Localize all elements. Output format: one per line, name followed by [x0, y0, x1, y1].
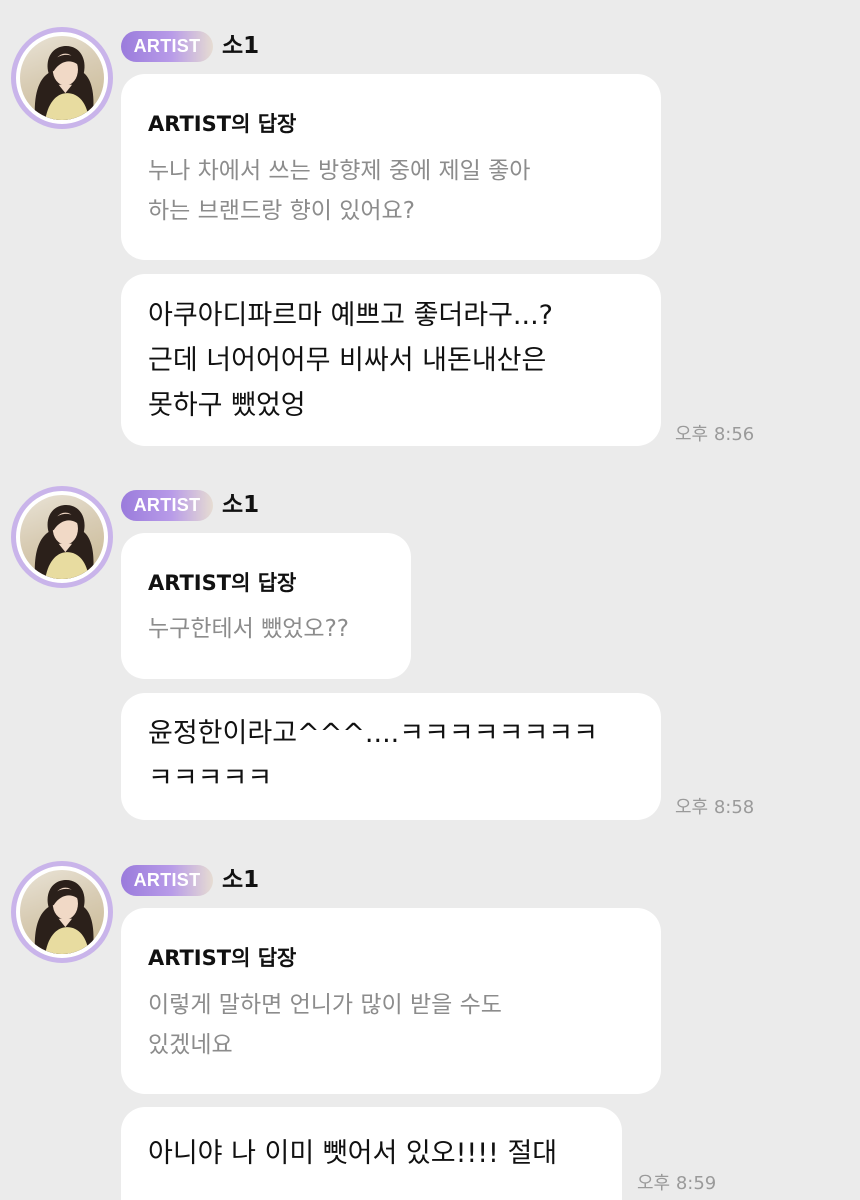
artist-badge: ARTIST — [121, 490, 213, 521]
sender-name: 소1 — [222, 33, 260, 59]
artist-avatar[interactable] — [11, 27, 113, 129]
reply-title: ARTIST의 답장 — [148, 112, 297, 136]
reply-quoted-text: 누구한테서 뺐었오?? — [148, 616, 350, 642]
artist-badge: ARTIST — [121, 31, 213, 62]
message-bubble[interactable]: 아쿠아디파르마 예쁘고 좋더라구...? 근데 너어어어무 비싸서 내돈내산은 … — [121, 274, 661, 446]
message-timestamp: 오후 8:56 — [675, 424, 755, 445]
artist-avatar[interactable] — [11, 486, 113, 588]
message-timestamp: 오후 8:59 — [637, 1173, 717, 1194]
reply-quoted-text: 누나 차에서 쓰는 방향제 중에 제일 좋아 하는 브랜드랑 향이 있어요? — [148, 158, 531, 224]
message-bubble[interactable]: 윤정한이라고^^^....ㅋㅋㅋㅋㅋㅋㅋㅋ ㅋㅋㅋㅋㅋ — [121, 693, 661, 820]
avatar-photo-icon — [20, 870, 104, 954]
artist-avatar[interactable] — [11, 861, 113, 963]
sender-name: 소1 — [222, 492, 260, 518]
message-timestamp: 오후 8:58 — [675, 797, 755, 818]
reply-quoted-text: 이렇게 말하면 언니가 많이 받을 수도 있겠네요 — [148, 992, 502, 1058]
reply-quote-bubble[interactable]: ARTIST의 답장 이렇게 말하면 언니가 많이 받을 수도 있겠네요 — [121, 908, 661, 1094]
reply-title: ARTIST의 답장 — [148, 946, 297, 970]
sender-name: 소1 — [222, 867, 260, 893]
message-bubble[interactable]: 아니야 나 이미 뺏어서 있오!!!! 절대 — [121, 1107, 622, 1200]
reply-quote-bubble[interactable]: ARTIST의 답장 누나 차에서 쓰는 방향제 중에 제일 좋아 하는 브랜드… — [121, 74, 661, 260]
reply-title: ARTIST의 답장 — [148, 571, 297, 595]
message-text: 아니야 나 이미 뺏어서 있오!!!! 절대 — [148, 1138, 558, 1169]
avatar-photo-icon — [20, 36, 104, 120]
reply-quote-bubble[interactable]: ARTIST의 답장 누구한테서 뺐었오?? — [121, 533, 411, 679]
artist-badge: ARTIST — [121, 865, 213, 896]
message-text: 아쿠아디파르마 예쁘고 좋더라구...? 근데 너어어어무 비싸서 내돈내산은 … — [148, 300, 554, 421]
message-text: 윤정한이라고^^^....ㅋㅋㅋㅋㅋㅋㅋㅋ ㅋㅋㅋㅋㅋ — [148, 718, 598, 794]
avatar-photo-icon — [20, 495, 104, 579]
